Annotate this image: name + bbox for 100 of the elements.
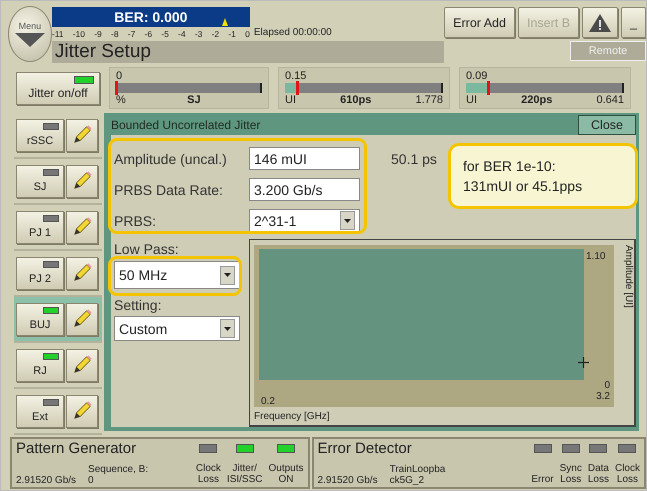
scale-label: -9 xyxy=(94,28,102,38)
pencil-icon xyxy=(71,400,93,422)
scale-label: -11 xyxy=(52,28,64,38)
led-label: Jitter/ ISI/SSC xyxy=(226,463,262,485)
scale-label: -8 xyxy=(110,28,119,38)
axis-tick: 0 xyxy=(604,380,610,391)
data-rate: 2.91520 Gb/s xyxy=(318,475,378,486)
edit-button[interactable] xyxy=(66,302,98,336)
dropdown-field[interactable]: Custom xyxy=(114,316,240,341)
warning-button[interactable] xyxy=(582,7,618,38)
led-label: Clock Loss xyxy=(614,463,640,485)
field-label: PRBS Data Rate: xyxy=(114,182,224,198)
warning-icon xyxy=(588,12,612,32)
page-title: Jitter Setup xyxy=(52,41,444,63)
data-rate: 2.91520 Gb/s xyxy=(16,475,76,486)
axis-tick: 0.2 xyxy=(260,396,276,407)
sequence-info: TrainLoopba ck5G_2 xyxy=(390,464,446,486)
scale-label: -1 xyxy=(228,28,236,38)
marker-icon xyxy=(222,18,228,26)
meter-value: 0 xyxy=(116,70,124,82)
source-button[interactable]: PJ 1 xyxy=(16,210,64,244)
source-button[interactable]: rSSC xyxy=(16,118,64,152)
source-button[interactable]: BUJ xyxy=(16,302,64,336)
meter-label: SJ xyxy=(187,94,201,106)
axis-title: Amplitude [UI] xyxy=(622,245,634,310)
scale-label: -3 xyxy=(194,28,202,38)
source-row[interactable]: PJ 2 xyxy=(14,251,102,297)
scale-label: -5 xyxy=(161,28,169,38)
remote-indicator: Remote xyxy=(570,41,646,61)
crosshair-icon xyxy=(578,357,589,368)
sequence-info: Sequence, B: 0 xyxy=(88,464,148,486)
elapsed-time: Elapsed 00:00:00 xyxy=(254,27,332,40)
close-button[interactable]: Close xyxy=(578,115,636,135)
edit-button[interactable] xyxy=(66,164,98,198)
meter-label: 220ps xyxy=(521,94,552,106)
meter-unit: UI xyxy=(285,94,296,106)
led-label: Data Loss xyxy=(588,463,609,485)
source-row[interactable]: Ext xyxy=(14,389,102,435)
led-label: Sync Loss xyxy=(560,463,582,485)
toolbar-button[interactable]: _ xyxy=(621,7,646,38)
menu-button[interactable]: Menu xyxy=(8,6,52,62)
field-label: Amplitude (uncal.) xyxy=(114,150,228,166)
toolbar-button[interactable]: Error Add xyxy=(444,7,515,38)
hint-text: for BER 1e-10: xyxy=(463,157,557,176)
status-title: Error Detector xyxy=(318,440,413,458)
axis-title: Frequency [GHz] xyxy=(254,410,331,422)
edit-button[interactable] xyxy=(66,210,98,244)
panel-title: Bounded Uncorrelated Jitter xyxy=(111,118,260,132)
dropdown-arrow-icon xyxy=(224,273,231,277)
meter-unit: % xyxy=(116,94,126,106)
pencil-icon xyxy=(71,216,93,238)
pencil-icon xyxy=(71,354,93,376)
input-field[interactable]: 3.200 Gb/s xyxy=(249,178,360,201)
meter-unit: UI xyxy=(466,94,477,106)
meter-value: 0.09 xyxy=(466,70,488,82)
ber-display: BER: 0.000 xyxy=(52,7,250,27)
dropdown-field[interactable]: 2^31-1 xyxy=(249,209,360,232)
source-row[interactable]: BUJ xyxy=(14,297,102,343)
meter-value: 0.15 xyxy=(285,70,308,82)
field-label: Setting: xyxy=(114,297,162,313)
scale-label: -2 xyxy=(212,28,220,38)
source-button[interactable]: SJ xyxy=(16,164,64,198)
pencil-icon xyxy=(71,170,93,192)
pencil-icon xyxy=(71,262,93,284)
hint-text: 131mUI or 45.1pps xyxy=(463,177,584,196)
input-field[interactable]: 146 mUI xyxy=(249,147,360,170)
source-row[interactable]: rSSC xyxy=(14,113,102,159)
down-triangle-icon xyxy=(14,33,45,47)
meter-label: 610ps xyxy=(340,94,372,106)
scale-label: -6 xyxy=(144,28,152,38)
edit-button[interactable] xyxy=(66,256,98,290)
meter-max: 1.778 xyxy=(415,94,443,106)
pencil-icon xyxy=(71,308,93,330)
scale-label: -10 xyxy=(72,28,86,38)
edit-button[interactable] xyxy=(66,118,98,152)
axis-tick: 3.2 xyxy=(596,391,610,402)
dropdown-arrow-icon xyxy=(344,218,351,222)
source-row[interactable]: PJ 1 xyxy=(14,205,102,251)
dropdown-field[interactable]: 50 MHz xyxy=(114,261,240,289)
pencil-icon xyxy=(71,124,93,146)
dropdown-arrow-icon xyxy=(224,326,231,330)
source-row[interactable]: RJ xyxy=(14,343,102,389)
source-button[interactable]: RJ xyxy=(16,348,64,382)
meter-max: 0.641 xyxy=(596,94,624,106)
source-row[interactable]: SJ xyxy=(14,159,102,205)
led-label: Error xyxy=(531,474,554,485)
scale-label: -7 xyxy=(128,28,136,38)
status-title: Pattern Generator xyxy=(16,440,138,458)
field-label: Low Pass: xyxy=(114,241,180,257)
led-label: Outputs ON xyxy=(268,463,304,485)
source-button[interactable]: Ext xyxy=(16,394,64,428)
scale-label: 0 xyxy=(245,28,250,38)
jitter-toggle-button[interactable]: Jitter on/off xyxy=(16,72,100,104)
readout-value: 50.1 ps xyxy=(391,150,437,166)
scale-label: -4 xyxy=(178,28,186,38)
axis-tick: 1.10 xyxy=(585,250,606,264)
edit-button[interactable] xyxy=(66,348,98,382)
source-button[interactable]: PJ 2 xyxy=(16,256,64,290)
led-label: Clock Loss xyxy=(196,463,221,485)
edit-button[interactable] xyxy=(66,394,98,428)
